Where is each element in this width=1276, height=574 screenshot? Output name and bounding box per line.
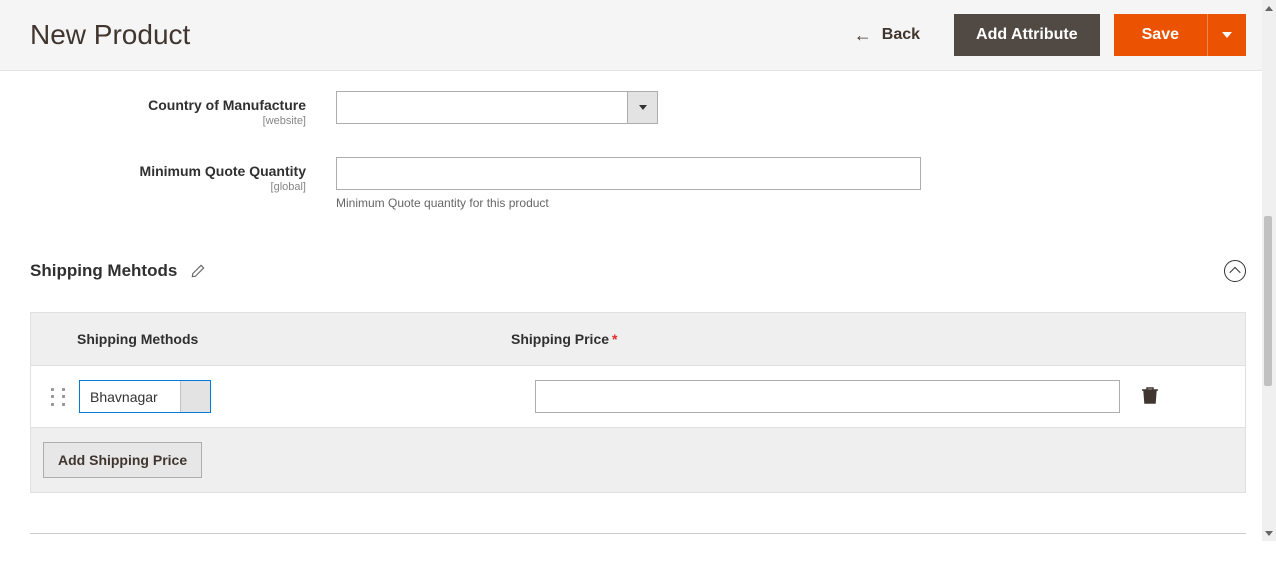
- scroll-thumb[interactable]: [1264, 216, 1272, 386]
- delete-row-button[interactable]: [1138, 382, 1162, 411]
- table-header: Shipping Methods Shipping Price*: [31, 313, 1245, 365]
- shipping-method-select[interactable]: [79, 380, 211, 413]
- shipping-price-input[interactable]: [535, 380, 1120, 413]
- section-title-wrap: Shipping Mehtods: [30, 261, 205, 281]
- country-select-toggle[interactable]: [627, 92, 657, 123]
- scroll-up-icon[interactable]: [1264, 2, 1274, 14]
- shipping-section-header: Shipping Mehtods: [30, 240, 1246, 302]
- page-header: New Product ← Back Add Attribute Save: [0, 0, 1276, 71]
- content-area: Country of Manufacture [website] Minimum…: [0, 71, 1276, 574]
- min-quote-label: Minimum Quote Quantity: [140, 163, 306, 179]
- shipping-table: Shipping Methods Shipping Price*: [30, 312, 1246, 493]
- min-quote-field: Minimum Quote quantity for this product: [336, 157, 921, 210]
- min-quote-scope: [global]: [30, 181, 306, 193]
- country-select[interactable]: [336, 91, 658, 124]
- arrow-left-icon: ←: [854, 26, 872, 44]
- th-shipping-methods: Shipping Methods: [51, 331, 511, 347]
- scrollbar[interactable]: [1262, 0, 1276, 541]
- trash-icon: [1142, 386, 1158, 404]
- scroll-down-icon[interactable]: [1264, 527, 1274, 539]
- back-button-label: Back: [882, 26, 920, 44]
- required-icon: *: [612, 331, 617, 347]
- triangle-down-icon: [1222, 32, 1232, 38]
- add-attribute-button[interactable]: Add Attribute: [954, 14, 1100, 56]
- save-button[interactable]: Save: [1114, 14, 1207, 56]
- header-actions: ← Back Add Attribute Save: [834, 14, 1246, 56]
- th-price-label: Shipping Price: [511, 331, 609, 347]
- country-label-wrap: Country of Manufacture [website]: [30, 91, 336, 127]
- th-shipping-price: Shipping Price*: [511, 331, 1225, 347]
- country-scope: [website]: [30, 115, 306, 127]
- country-of-manufacture-row: Country of Manufacture [website]: [30, 91, 1246, 127]
- shipping-method-value[interactable]: [80, 381, 180, 412]
- save-dropdown-button[interactable]: [1207, 14, 1246, 56]
- back-button[interactable]: ← Back: [834, 16, 940, 54]
- country-field: [336, 91, 658, 124]
- country-label: Country of Manufacture: [148, 97, 306, 113]
- min-quote-help: Minimum Quote quantity for this product: [336, 196, 921, 210]
- table-row: [31, 365, 1245, 428]
- country-select-value[interactable]: [337, 92, 627, 123]
- section-title: Shipping Mehtods: [30, 261, 177, 281]
- pencil-icon[interactable]: [191, 264, 205, 278]
- table-footer: Add Shipping Price: [31, 428, 1245, 492]
- page-title: New Product: [30, 19, 190, 51]
- divider: [30, 533, 1246, 534]
- min-quote-label-wrap: Minimum Quote Quantity [global]: [30, 157, 336, 193]
- min-quote-row: Minimum Quote Quantity [global] Minimum …: [30, 157, 1246, 210]
- shipping-method-toggle[interactable]: [180, 381, 210, 412]
- chevron-up-icon: [1229, 267, 1240, 278]
- collapse-toggle[interactable]: [1224, 260, 1246, 282]
- save-button-group: Save: [1114, 14, 1246, 56]
- add-shipping-price-button[interactable]: Add Shipping Price: [43, 442, 202, 478]
- min-quote-input[interactable]: [336, 157, 921, 190]
- triangle-down-icon: [639, 105, 647, 110]
- drag-handle-icon[interactable]: [51, 388, 65, 406]
